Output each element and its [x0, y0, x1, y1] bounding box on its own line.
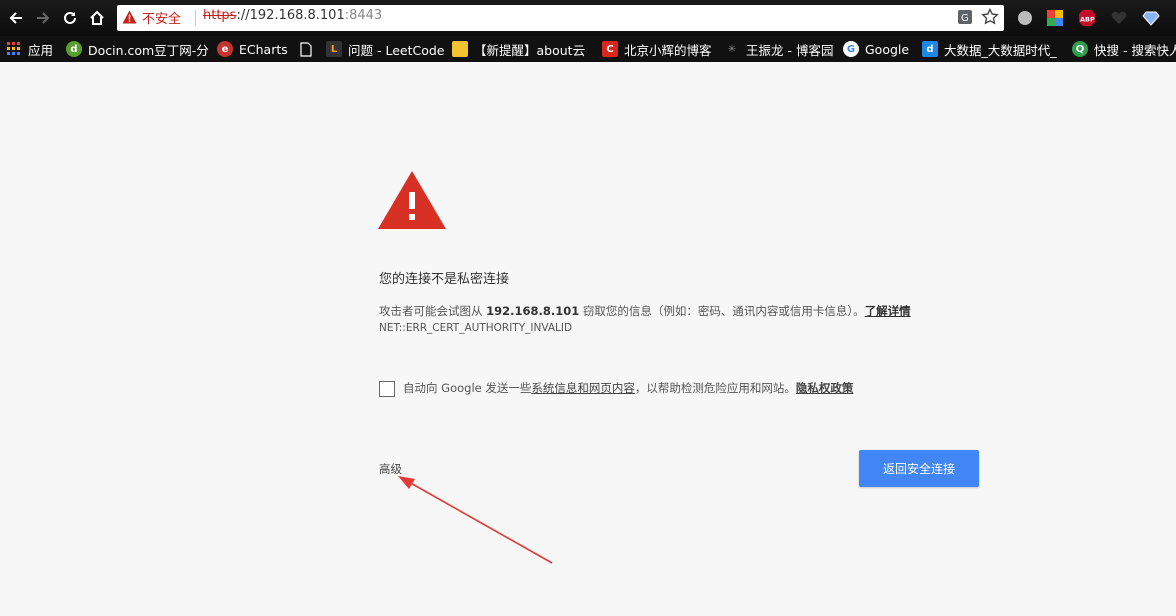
bookmark-label: Docin.com豆丁网-分	[88, 42, 209, 58]
learn-more-link[interactable]: 了解详情	[865, 304, 911, 318]
report-checkbox[interactable]	[379, 381, 395, 397]
separator	[195, 10, 196, 26]
echarts-icon: e	[217, 41, 233, 57]
home-button[interactable]	[85, 6, 109, 30]
bookmark-kuaisou[interactable]: Q 快搜 - 搜索快人	[1072, 39, 1176, 59]
bookmark-apps[interactable]: 应用	[6, 39, 53, 59]
back-to-safety-button[interactable]: 返回安全连接	[859, 450, 979, 487]
bookmark-docin[interactable]: d Docin.com豆丁网-分	[66, 39, 209, 59]
bookmarks-bar: 应用 d Docin.com豆丁网-分 e ECharts L 问题 - Lee…	[0, 36, 1176, 62]
page-icon	[298, 41, 314, 57]
system-info-link[interactable]: 系统信息和网页内容	[531, 381, 635, 395]
address-bar[interactable]: 不安全 https://192.168.8.101:8443 G	[117, 5, 1004, 31]
back-arrow-icon	[9, 12, 22, 24]
translate-icon[interactable]: G	[957, 9, 973, 25]
bookmark-label: 快搜 - 搜索快人	[1094, 42, 1176, 58]
url-text[interactable]: https://192.168.8.101:8443	[203, 8, 382, 23]
bookmark-leetcode[interactable]: L 问题 - LeetCode	[326, 39, 445, 59]
url-port: :8443	[344, 8, 383, 23]
page-title: 您的连接不是私密连接	[379, 272, 510, 287]
bookmark-label: Google	[865, 41, 910, 57]
abp-label: ABP	[1080, 16, 1095, 24]
abp-icon[interactable]: ABP	[1078, 9, 1096, 27]
about-cloud-icon	[452, 41, 468, 57]
bookmark-label: 北京小辉的博客	[624, 42, 712, 58]
desc-host: 192.168.8.101	[486, 304, 580, 318]
checkbox-prefix: 自动向 Google 发送一些	[403, 381, 532, 395]
google-icon: G	[843, 41, 859, 57]
csdn-icon: C	[602, 41, 618, 57]
circle-extension-icon[interactable]	[1016, 9, 1034, 27]
error-description: 攻击者可能会试图从 192.168.8.101 窃取您的信息（例如：密码、通讯内…	[379, 303, 911, 319]
forward-button[interactable]	[31, 6, 55, 30]
back-button[interactable]	[4, 6, 28, 30]
browser-toolbar: 不安全 https://192.168.8.101:8443 G ABP	[0, 0, 1176, 36]
warning-triangle-icon	[378, 171, 446, 229]
bookmark-label: 【新提醒】about云	[474, 42, 586, 58]
url-host: ://192.168.8.101	[236, 8, 345, 23]
heart-extension-icon[interactable]	[1110, 9, 1128, 27]
bookmark-cnblogs[interactable]: ✳ 王振龙 - 博客园	[724, 39, 834, 59]
kuaisou-icon: Q	[1072, 41, 1088, 57]
reload-icon	[64, 11, 76, 24]
home-icon	[90, 10, 104, 25]
bookmark-star-icon[interactable]	[981, 8, 999, 26]
docin-icon: d	[66, 41, 82, 57]
bookmark-bigdata[interactable]: d 大数据_大数据时代_	[922, 39, 1057, 59]
bookmark-label: ECharts	[239, 41, 288, 57]
apps-grid-icon	[6, 41, 22, 57]
report-checkbox-label: 自动向 Google 发送一些系统信息和网页内容，以帮助检测危险应用和网站。隐私…	[403, 380, 853, 396]
error-code: NET::ERR_CERT_AUTHORITY_INVALID	[379, 322, 573, 334]
bookmark-label: 问题 - LeetCode	[348, 42, 445, 58]
bookmark-echarts[interactable]: e ECharts	[217, 39, 288, 59]
cnblogs-icon: ✳	[727, 43, 737, 55]
checkbox-middle: ，以帮助检测危险应用和网站。	[634, 381, 796, 395]
bookmark-google[interactable]: G Google	[843, 39, 909, 59]
reload-button[interactable]	[58, 6, 82, 30]
bookmark-about-cloud[interactable]: 【新提醒】about云	[452, 39, 585, 59]
url-scheme: https	[203, 8, 237, 23]
annotation-arrow	[398, 476, 553, 564]
svg-text:G: G	[961, 13, 969, 24]
colorful-extension-icon[interactable]	[1046, 9, 1064, 27]
leetcode-icon: L	[326, 41, 342, 57]
diamond-extension-icon[interactable]	[1142, 9, 1160, 27]
bookmark-label: 应用	[28, 42, 54, 58]
bigdata-icon: d	[922, 41, 938, 57]
bookmark-page[interactable]	[298, 39, 320, 59]
security-status[interactable]: 不安全	[142, 8, 181, 27]
forward-arrow-icon	[37, 12, 50, 24]
privacy-policy-link[interactable]: 隐私权政策	[796, 381, 854, 395]
desc-suffix: 窃取您的信息（例如：密码、通讯内容或信用卡信息）。	[579, 304, 865, 318]
bookmark-label: 大数据_大数据时代_	[944, 42, 1057, 58]
warning-triangle-icon	[122, 10, 137, 24]
bookmark-label: 王振龙 - 博客园	[746, 42, 834, 58]
bookmark-csdn[interactable]: C 北京小辉的博客	[602, 39, 712, 59]
interstitial-page: 您的连接不是私密连接 攻击者可能会试图从 192.168.8.101 窃取您的信…	[0, 62, 1176, 616]
desc-prefix: 攻击者可能会试图从	[379, 304, 487, 318]
